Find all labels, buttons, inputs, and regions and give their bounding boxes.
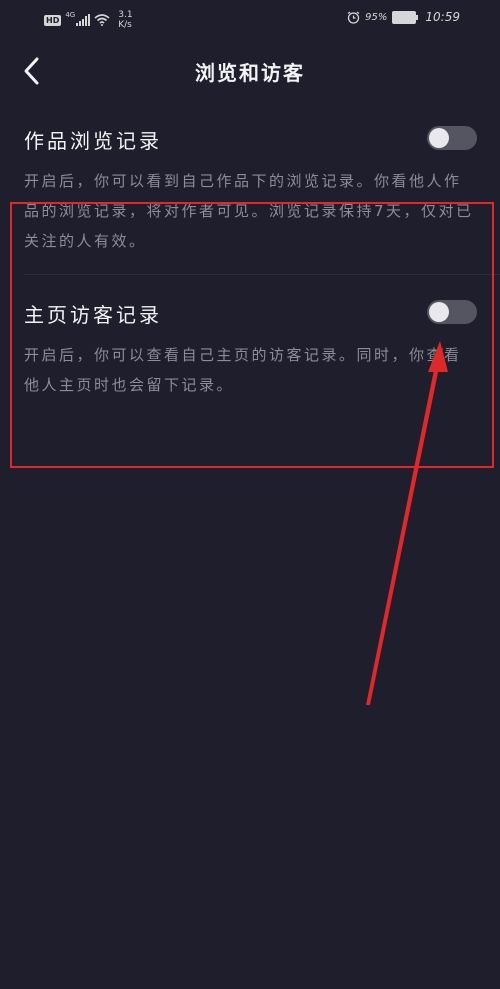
status-right: 95% 10:59 xyxy=(347,10,460,24)
setting-description: 开启后，你可以看到自己作品下的浏览记录。你看他人作品的浏览记录，将对作者可见。浏… xyxy=(24,172,474,250)
setting-profile-visitors: 主页访客记录 开启后，你可以查看自己主页的访客记录。同时，你查看他人主页时也会留… xyxy=(24,299,479,400)
battery-icon xyxy=(392,10,419,24)
clock: 10:59 xyxy=(425,10,460,24)
status-left: HD 4G 3.1 K/s xyxy=(44,10,133,30)
battery-percent: 95% xyxy=(365,11,388,23)
setting-description: 开启后，你可以查看自己主页的访客记录。同时，你查看他人主页时也会留下记录。 xyxy=(24,346,462,394)
page-title: 浏览和访客 xyxy=(195,61,305,85)
wifi-icon xyxy=(94,14,110,26)
network-type: 4G xyxy=(65,11,76,19)
hd-badge: HD xyxy=(44,14,62,26)
toggle-profile-visitors[interactable] xyxy=(427,300,477,324)
alarm-icon xyxy=(347,11,360,24)
speed-unit: K/s xyxy=(118,20,132,30)
toggle-work-views[interactable] xyxy=(427,126,477,150)
toggle-knob xyxy=(429,128,449,148)
network-speed: 3.1 K/s xyxy=(118,10,132,30)
setting-work-views: 作品浏览记录 开启后，你可以看到自己作品下的浏览记录。你看他人作品的浏览记录，将… xyxy=(24,125,479,256)
nav-bar: 浏览和访客 xyxy=(0,45,500,97)
setting-title: 作品浏览记录 xyxy=(24,129,162,153)
speed-value: 3.1 xyxy=(118,10,133,20)
setting-title: 主页访客记录 xyxy=(24,303,162,327)
signal-icon xyxy=(76,14,91,26)
divider xyxy=(24,274,500,275)
status-bar: HD 4G 3.1 K/s 95% 10:59 xyxy=(0,0,500,40)
toggle-knob xyxy=(429,302,449,322)
